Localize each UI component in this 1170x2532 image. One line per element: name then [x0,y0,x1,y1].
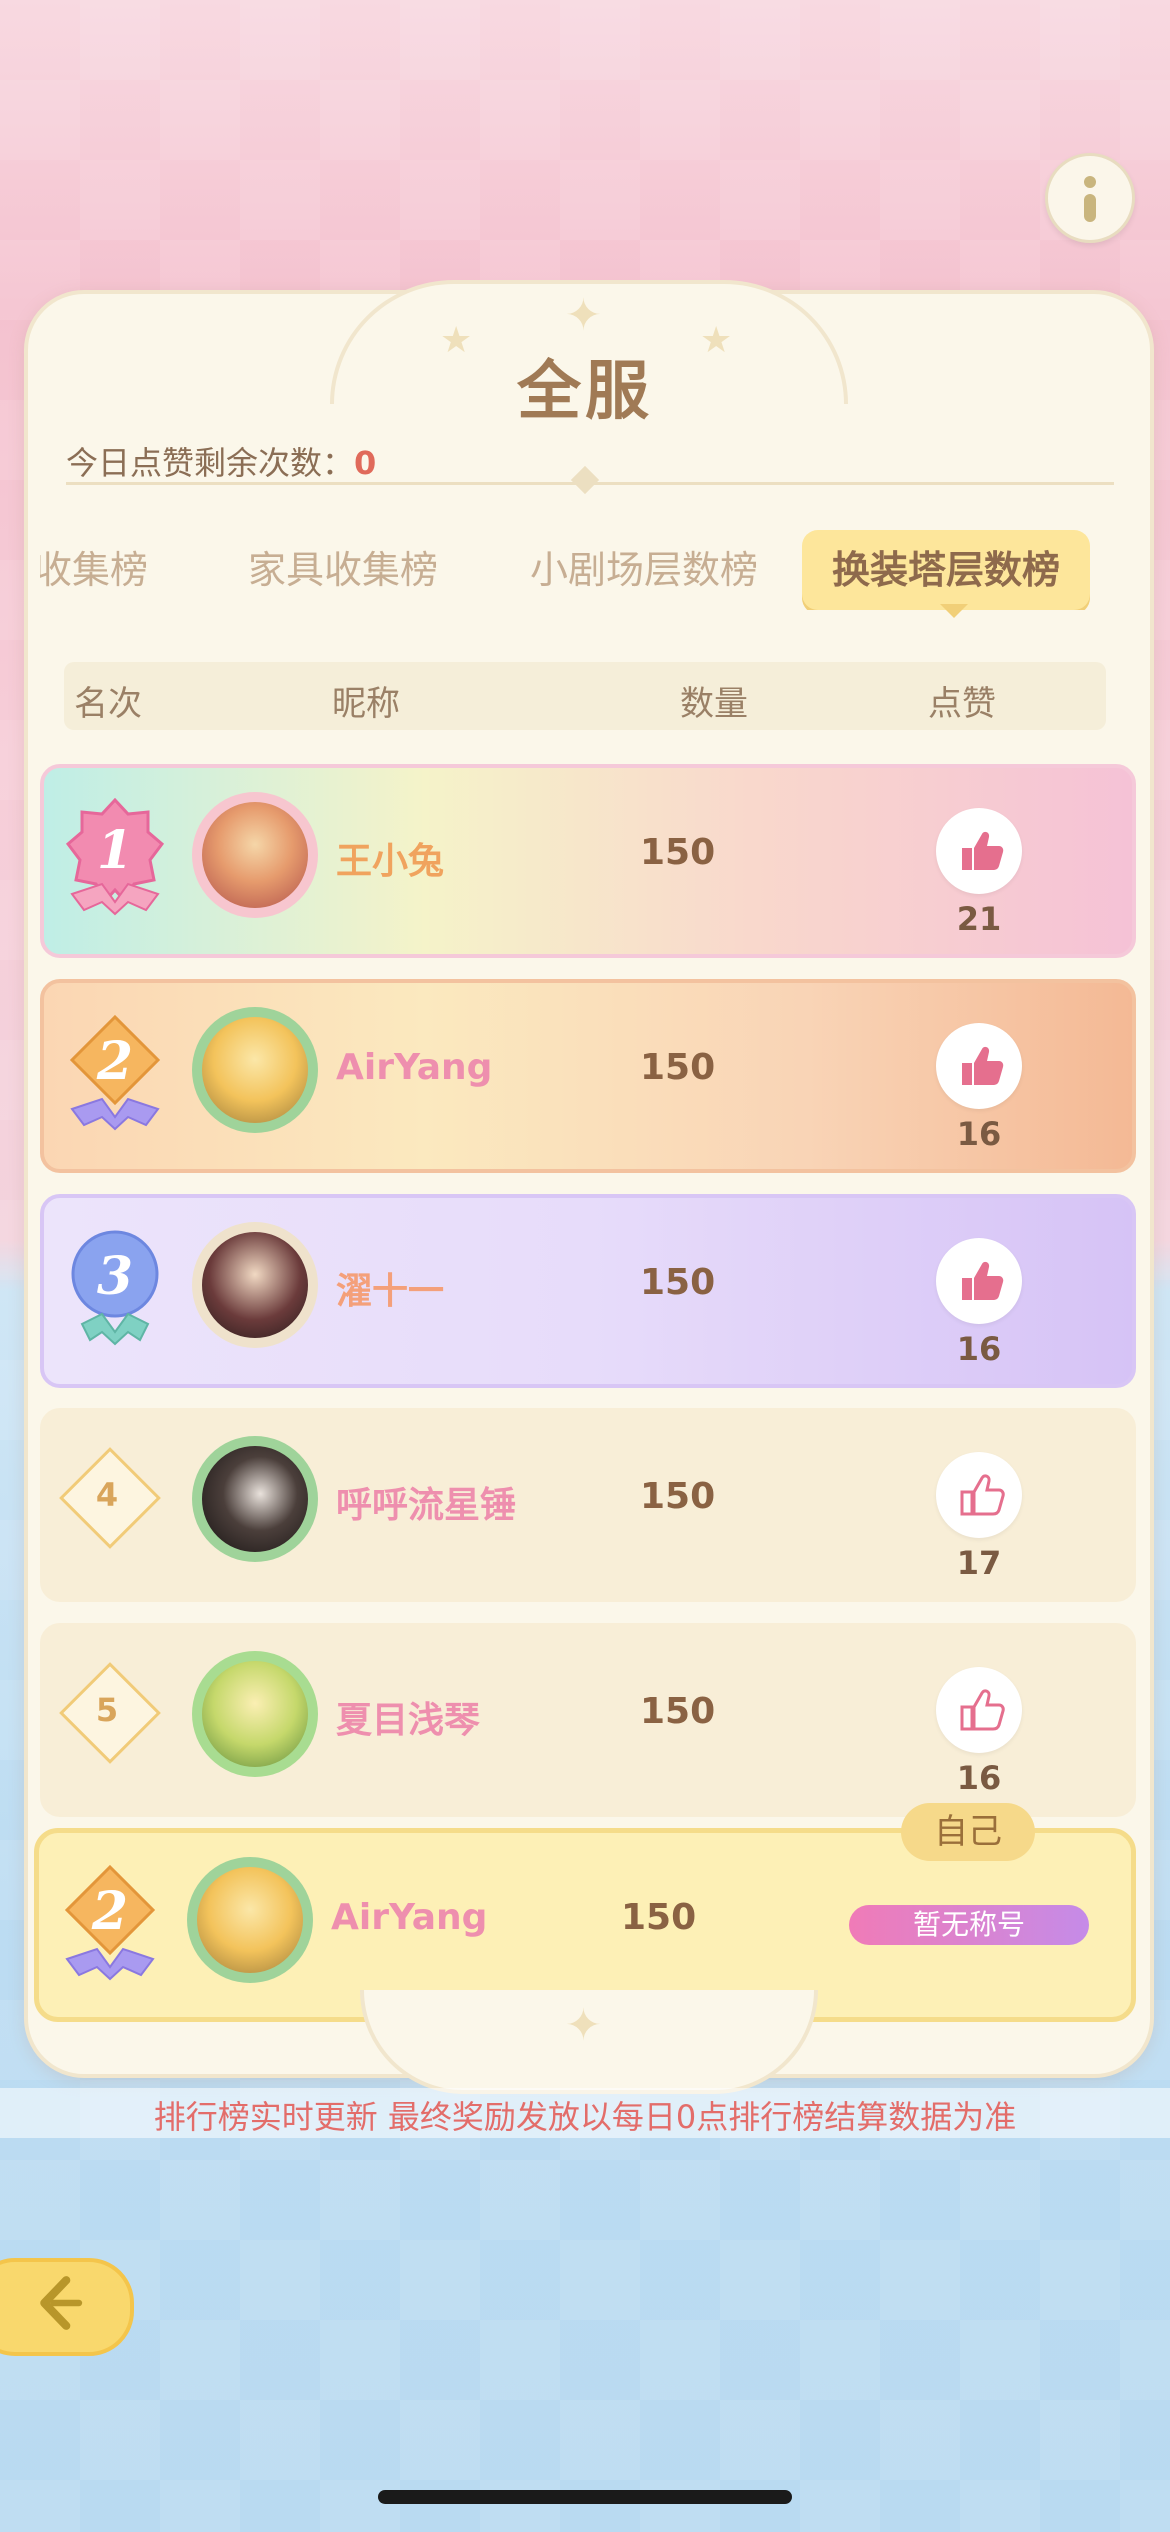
like-button[interactable] [936,1023,1022,1109]
like-count: 17 [956,1544,1002,1582]
compass-star-icon: ✦ [565,290,602,341]
thumbs-up-icon [962,1046,1004,1085]
table-row: 4 呼呼流星锤 150 17 [40,1408,1136,1602]
back-arrow-icon [40,2276,83,2330]
thumbs-up-icon [962,831,1004,870]
header-rank: 名次 [74,684,142,724]
table-header: 名次 昵称 数量 点赞 [64,662,1106,730]
like-button[interactable] [936,1238,1022,1324]
table-row: 1 王小兔 150 21 [40,764,1136,958]
rank-2-medal-icon: 2 [69,1014,161,1131]
svg-text:1: 1 [97,820,133,881]
tab-bar: 收集榜 家具收集榜 小剧场层数榜 换装塔层数榜 [40,530,1120,610]
like-count: 21 [956,900,1002,938]
like-button[interactable] [936,1667,1022,1753]
nickname[interactable]: 濯十一 [336,1262,444,1314]
avatar[interactable] [192,1007,318,1133]
like-count: 16 [956,1115,1002,1153]
rank-1-medal-icon: 1 [65,798,165,916]
tab-dress-tower[interactable]: 换装塔层数榜 [802,530,1091,610]
page-title: 全服 [517,355,653,429]
svg-text:2: 2 [96,1031,133,1092]
count-value: 150 [640,832,716,873]
self-tag: 自己 [901,1803,1035,1861]
like-button[interactable] [936,1452,1022,1538]
count-value: 150 [640,1476,716,1517]
rank-3-medal-icon: 3 [71,1230,159,1346]
nickname[interactable]: 夏目浅琴 [336,1691,480,1743]
table-row: 2 AirYang 150 16 [40,979,1136,1173]
nickname[interactable]: 王小兔 [336,832,444,884]
footer-notice: 排行榜实时更新 最终奖励发放以每日0点排行榜结算数据为准 [153,2098,1017,2136]
rank-number: 5 [95,1691,119,1729]
title-badge[interactable]: 暂无称号 [849,1905,1089,1945]
nickname[interactable]: AirYang [331,1897,487,1938]
tab-collection[interactable]: 收集榜 [40,530,148,610]
count-value: 150 [640,1691,716,1732]
compass-star-icon: ✦ [565,2000,602,2051]
info-button[interactable] [1045,153,1135,243]
avatar[interactable] [192,792,318,918]
table-row: 5 夏目浅琴 150 16 [40,1623,1136,1817]
avatar[interactable] [192,1651,318,1777]
rank-2-medal-icon: 2 [64,1864,156,1981]
header-nickname: 昵称 [332,684,400,724]
table-row: 3 濯十一 150 16 [40,1194,1136,1388]
thumbs-up-outline-icon [960,1474,1005,1516]
count-value: 150 [640,1047,716,1088]
header-like: 点赞 [928,684,996,724]
header-count: 数量 [680,684,748,724]
avatar[interactable] [192,1436,318,1562]
thumbs-up-outline-icon [960,1689,1005,1731]
tab-furniture[interactable]: 家具收集榜 [248,530,438,610]
likes-remaining: 今日点赞剩余次数：0 [66,444,377,482]
avatar[interactable] [187,1857,313,1983]
back-button[interactable] [0,2258,134,2356]
thumbs-up-icon [962,1261,1004,1300]
like-count: 16 [956,1330,1002,1368]
count-value: 150 [621,1897,697,1938]
home-indicator [378,2490,792,2504]
nickname[interactable]: 呼呼流星锤 [336,1476,516,1528]
like-button[interactable] [936,808,1022,894]
avatar[interactable] [192,1222,318,1348]
like-count: 16 [956,1759,1002,1797]
tab-pointer [940,604,968,618]
info-icon [1084,176,1096,188]
count-value: 150 [640,1262,716,1303]
tab-theater[interactable]: 小剧场层数榜 [530,530,758,610]
svg-text:3: 3 [97,1246,133,1307]
nickname[interactable]: AirYang [336,1047,492,1088]
svg-text:2: 2 [91,1881,128,1942]
rank-number: 4 [95,1476,119,1514]
